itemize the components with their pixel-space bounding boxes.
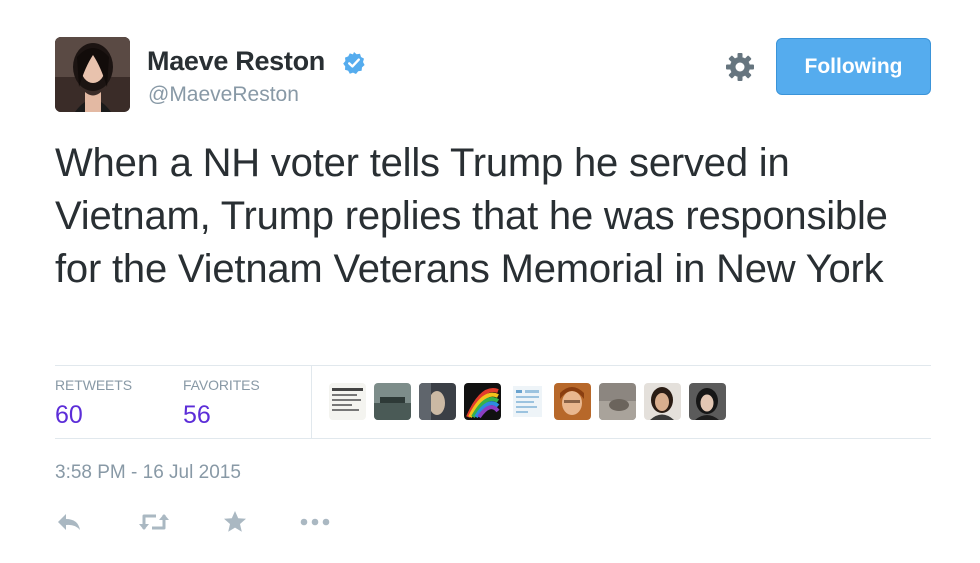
favoriter-avatar[interactable] <box>554 383 591 420</box>
author-avatar[interactable] <box>55 37 130 112</box>
favoriter-avatar[interactable] <box>509 383 546 420</box>
star-icon <box>224 511 246 532</box>
favorites-count: 56 <box>183 401 211 429</box>
favoriter-avatar[interactable] <box>419 383 456 420</box>
favorites-label: FAVORITES <box>183 377 260 393</box>
favoriter-avatar[interactable] <box>599 383 636 420</box>
more-icon <box>300 518 330 526</box>
retweet-icon <box>139 514 169 530</box>
retweets-label: RETWEETS <box>55 377 132 393</box>
favoriter-avatar[interactable] <box>644 383 681 420</box>
stats-divider-bottom <box>55 438 931 439</box>
author-handle[interactable]: @MaeveReston <box>148 83 299 107</box>
tweet-text: When a NH voter tells Trump he served in… <box>55 141 888 291</box>
gear-icon[interactable] <box>723 50 757 84</box>
verified-badge-icon <box>343 52 365 74</box>
following-button[interactable]: Following <box>776 38 931 95</box>
stats-divider-top <box>55 365 931 366</box>
favoriter-avatar[interactable] <box>329 383 366 420</box>
retweets-count: 60 <box>55 401 83 429</box>
favoriters-avatars <box>329 383 726 420</box>
tweet-timestamp[interactable]: 3:58 PM - 16 Jul 2015 <box>55 462 241 484</box>
favorite-button[interactable] <box>222 505 248 539</box>
retweets-stat[interactable]: RETWEETS 60 <box>55 377 132 430</box>
reply-button[interactable] <box>55 505 83 539</box>
author-avatar-image <box>55 37 130 112</box>
favoriter-avatar[interactable] <box>689 383 726 420</box>
favorites-stat[interactable]: FAVORITES 56 <box>183 377 260 430</box>
reply-icon <box>58 514 80 530</box>
retweet-button[interactable] <box>137 505 171 539</box>
author-name[interactable]: Maeve Reston <box>147 46 325 77</box>
favoriter-avatar[interactable] <box>464 383 501 420</box>
favoriter-avatar[interactable] <box>374 383 411 420</box>
stats-vertical-divider <box>311 366 312 438</box>
more-button[interactable] <box>299 505 331 539</box>
